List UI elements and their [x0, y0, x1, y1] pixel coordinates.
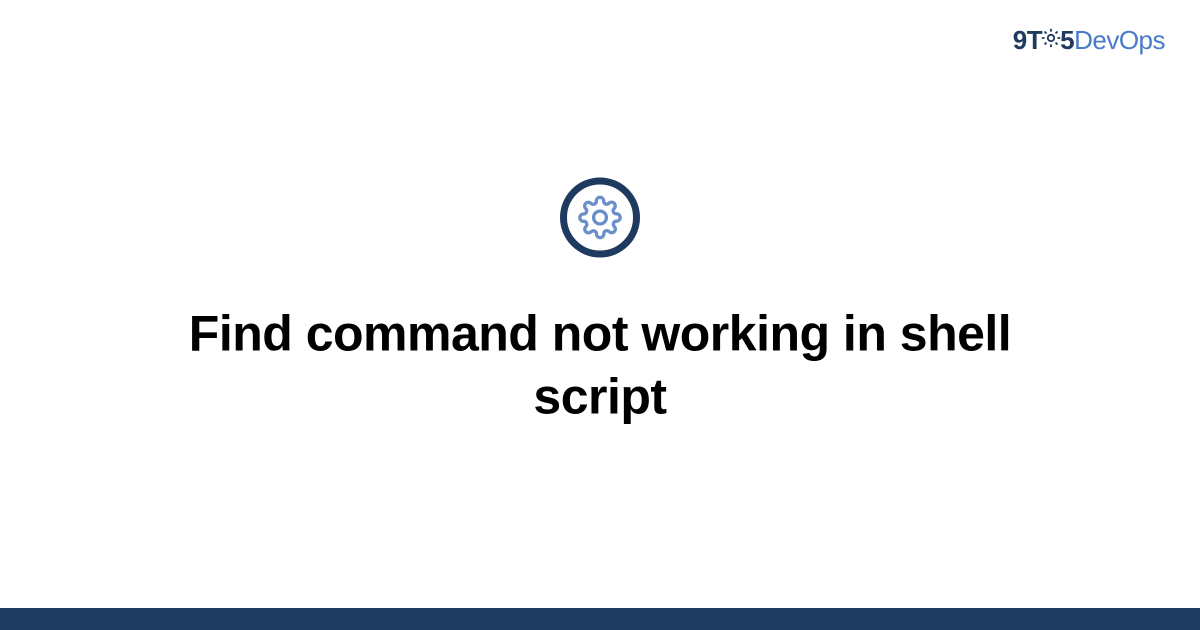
logo-text-devops: DevOps	[1074, 25, 1165, 55]
logo-text-9t: 9T	[1013, 25, 1042, 55]
page-title: Find command not working in shell script	[140, 303, 1060, 428]
footer-bar	[0, 608, 1200, 630]
gear-icon	[578, 196, 622, 240]
gear-icon-circle	[560, 178, 640, 258]
logo-text-5: 5	[1060, 25, 1074, 55]
site-logo: 9T 5DevOps	[1013, 25, 1165, 58]
logo-gear-icon	[1040, 25, 1062, 56]
main-content: Find command not working in shell script	[0, 178, 1200, 428]
